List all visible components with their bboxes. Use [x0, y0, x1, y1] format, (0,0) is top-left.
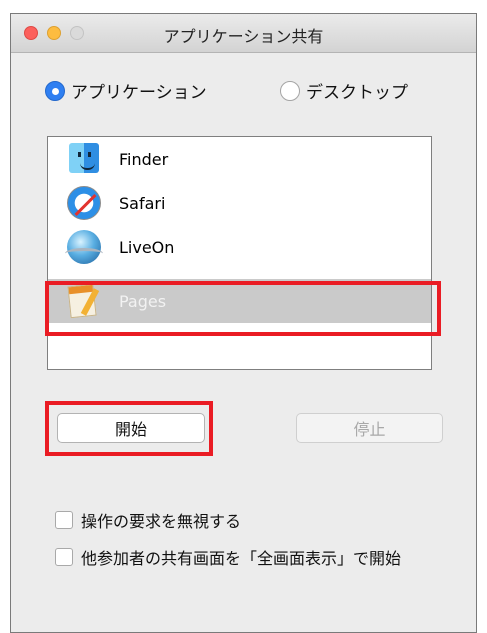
radio-desktop[interactable]: デスクトップ [280, 78, 408, 103]
pages-highlight-box [45, 281, 441, 336]
safari-icon [65, 184, 103, 222]
finder-icon [65, 140, 103, 178]
list-item-liveon[interactable]: LiveOn [48, 225, 431, 269]
radio-desktop-label: デスクトップ [306, 83, 408, 103]
radio-unselected-icon[interactable] [280, 80, 300, 101]
ignore-requests-label: 操作の要求を無視する [81, 512, 242, 531]
stop-button[interactable]: 停止 [296, 413, 443, 443]
app-name: Finder [119, 149, 169, 169]
start-highlight-box [45, 401, 213, 456]
list-item-finder[interactable]: Finder [48, 137, 431, 181]
window-title: アプリケーション共有 [163, 27, 324, 46]
share-mode-radio-group: アプリケーション デスクトップ [0, 78, 487, 104]
ignore-requests-checkbox[interactable] [55, 511, 73, 529]
app-name: LiveOn [119, 237, 175, 257]
fullscreen-start-option[interactable]: 他参加者の共有画面を「全画面表示」で開始 [55, 545, 401, 569]
list-item-safari[interactable]: Safari [48, 181, 431, 225]
ignore-requests-option[interactable]: 操作の要求を無視する [55, 508, 241, 532]
title-bar[interactable]: アプリケーション共有 [11, 14, 476, 53]
fullscreen-start-label: 他参加者の共有画面を「全画面表示」で開始 [81, 549, 402, 568]
liveon-icon [65, 228, 103, 266]
radio-application-label: アプリケーション [71, 83, 207, 103]
fullscreen-start-checkbox[interactable] [55, 548, 73, 566]
radio-application[interactable]: アプリケーション [45, 78, 207, 103]
radio-selected-icon[interactable] [45, 80, 65, 101]
app-name: Safari [119, 193, 166, 213]
